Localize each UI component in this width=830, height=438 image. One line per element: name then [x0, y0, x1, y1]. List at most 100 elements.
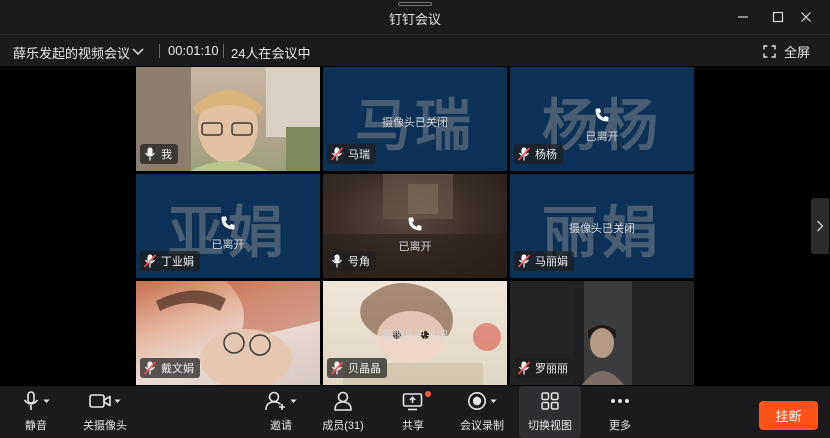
chevron-down-icon[interactable]	[131, 44, 145, 58]
participant-label: 罗丽丽	[514, 358, 574, 378]
participant-name: 马瑞	[348, 149, 370, 161]
share-label: 共享	[402, 420, 424, 432]
video-tile[interactable]: 摄像头已关闭 贝晶晶	[323, 281, 507, 385]
fullscreen-button[interactable]: 全屏	[763, 41, 810, 61]
next-page-button[interactable]	[811, 198, 829, 254]
phone-icon-wrap	[510, 107, 694, 123]
record-button[interactable]: 会议录制	[458, 386, 506, 438]
microphone-icon	[23, 391, 39, 410]
more-button[interactable]: 更多	[604, 386, 636, 438]
record-label: 会议录制	[460, 420, 504, 432]
participant-label: 号角	[327, 251, 376, 271]
chevron-right-icon	[817, 220, 824, 232]
phone-icon	[408, 217, 422, 231]
microphone-muted-icon	[518, 254, 530, 268]
participant-label: 我	[140, 144, 178, 164]
caret-down-icon[interactable]	[290, 399, 297, 404]
window-title: 钉钉会议	[388, 12, 441, 27]
phone-icon-wrap	[323, 216, 507, 232]
minimize-button[interactable]	[730, 5, 756, 29]
participant-label: 贝晶晶	[327, 358, 387, 378]
participant-label: 马丽娟	[514, 251, 574, 271]
more-label: 更多	[609, 420, 631, 432]
members-icon	[334, 391, 352, 411]
participant-name: 戴文娟	[161, 363, 194, 375]
camera-off-status: 摄像头已关闭	[382, 117, 448, 129]
video-tile[interactable]: 我	[136, 67, 320, 171]
camera-off-status: 摄像头已关闭	[382, 330, 448, 342]
participant-name: 罗丽丽	[535, 363, 568, 375]
microphone-muted-icon	[518, 147, 530, 161]
add-user-icon	[265, 391, 285, 411]
video-tile[interactable]: 亚娟 已离开 丁业娟	[136, 174, 320, 278]
divider	[159, 44, 160, 58]
meeting-name[interactable]: 薛乐发起的视频会议	[13, 43, 130, 62]
microphone-icon	[332, 254, 342, 268]
left-status: 已离开	[585, 131, 619, 143]
video-tile[interactable]: 戴文娟	[136, 281, 320, 385]
participant-name: 贝晶晶	[348, 363, 381, 375]
notification-dot	[425, 391, 431, 397]
fullscreen-label: 全屏	[784, 44, 811, 60]
video-tile[interactable]: 丽娟 摄像头已关闭 马丽娟	[510, 174, 694, 278]
camera-off-status: 摄像头已关闭	[569, 223, 635, 235]
record-icon	[468, 392, 486, 410]
caret-down-icon[interactable]	[114, 399, 121, 404]
fullscreen-icon	[763, 44, 776, 58]
video-tile[interactable]: 杨杨 已离开 杨杨	[510, 67, 694, 171]
microphone-muted-icon	[331, 361, 343, 375]
participant-name: 我	[161, 149, 172, 161]
video-camera-icon	[89, 394, 111, 408]
participant-label: 马瑞	[327, 144, 376, 164]
share-button[interactable]: 共享	[396, 386, 431, 438]
participant-name: 号角	[348, 256, 370, 268]
more-dots-icon	[611, 399, 629, 403]
drag-handle[interactable]	[398, 2, 432, 6]
close-button[interactable]	[793, 5, 819, 29]
divider	[223, 44, 224, 58]
members-label: 成员(31)	[322, 420, 364, 432]
members-button[interactable]: 成员(31)	[320, 386, 366, 438]
video-tile[interactable]: 罗丽丽	[510, 281, 694, 385]
participant-name: 杨杨	[535, 149, 557, 161]
caret-down-icon[interactable]	[43, 399, 50, 404]
maximize-button[interactable]	[765, 5, 791, 29]
maximize-icon	[772, 11, 784, 23]
phone-icon	[221, 216, 235, 230]
participant-count: 24人在会议中	[231, 46, 311, 61]
meeting-info-bar: 薛乐发起的视频会议 00:01:10 24人在会议中 全屏	[0, 34, 830, 66]
microphone-muted-icon	[518, 361, 530, 375]
left-status: 已离开	[211, 239, 245, 251]
participant-name: 马丽娟	[535, 256, 568, 268]
camera-off-label: 关摄像头	[83, 420, 127, 432]
hangup-button[interactable]: 挂断	[759, 401, 818, 430]
microphone-muted-icon	[144, 254, 156, 268]
screen-share-icon	[402, 393, 423, 411]
microphone-muted-icon	[331, 147, 343, 161]
phone-icon	[595, 108, 609, 122]
participant-label: 杨杨	[514, 144, 563, 164]
video-grid: 我 马瑞 摄像头已关闭 马瑞 杨杨 已离开 杨杨 亚娟 已离开 丁业娟 已离开 …	[0, 66, 830, 386]
invite-label: 邀请	[270, 420, 292, 432]
camera-off-button[interactable]: 关摄像头	[80, 386, 130, 438]
meeting-timer: 00:01:10	[168, 43, 219, 58]
title-bar: 钉钉会议	[0, 0, 830, 34]
video-tile[interactable]: 马瑞 摄像头已关闭 马瑞	[323, 67, 507, 171]
caret-down-icon[interactable]	[490, 399, 497, 404]
phone-icon-wrap	[136, 215, 320, 231]
minimize-icon	[738, 16, 748, 18]
switch-view-label: 切换视图	[528, 420, 572, 432]
grid-view-icon	[541, 392, 559, 410]
mute-button[interactable]: 静音	[14, 386, 58, 438]
bottom-toolbar: 静音 关摄像头 邀请 成员(31) 共享 会议录制 切换视图 更多	[0, 386, 830, 438]
participant-label: 戴文娟	[140, 358, 200, 378]
participant-name: 丁业娟	[161, 256, 194, 268]
participant-label: 丁业娟	[140, 251, 200, 271]
switch-view-button[interactable]: 切换视图	[519, 386, 581, 438]
mute-label: 静音	[25, 420, 47, 432]
close-icon	[801, 12, 811, 22]
microphone-muted-icon	[144, 361, 156, 375]
microphone-icon	[145, 147, 155, 161]
video-tile[interactable]: 已离开 号角	[323, 174, 507, 278]
invite-button[interactable]: 邀请	[260, 386, 302, 438]
